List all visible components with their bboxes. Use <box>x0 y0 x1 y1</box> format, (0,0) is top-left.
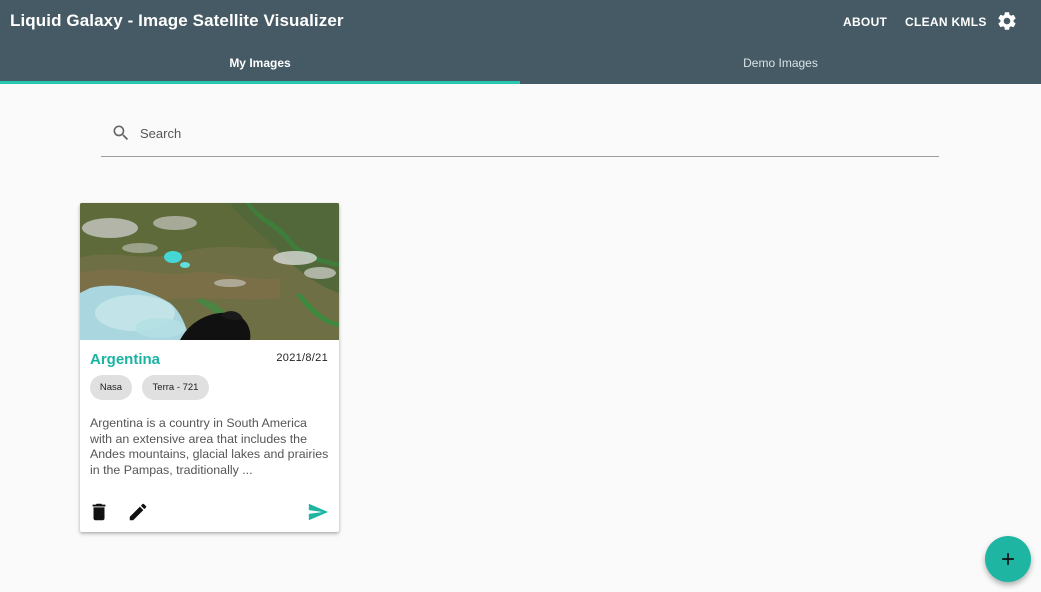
tab-indicator <box>0 81 520 84</box>
image-card[interactable]: Argentina 2021/8/21 Nasa Terra - 721 Arg… <box>80 203 339 532</box>
search-bar[interactable] <box>101 111 939 157</box>
satellite-image <box>80 203 339 340</box>
search-icon <box>113 125 129 141</box>
card-date: 2021/8/21 <box>276 352 328 364</box>
add-image-button[interactable] <box>985 536 1031 582</box>
chip-terra[interactable]: Terra - 721 <box>142 375 209 400</box>
tab-bar: My Images Demo Images <box>0 43 1041 84</box>
pencil-icon[interactable] <box>127 501 149 523</box>
tab-my-images[interactable]: My Images <box>0 43 520 84</box>
plus-icon <box>1002 553 1014 565</box>
app-bar: Liquid Galaxy - Image Satellite Visualiz… <box>0 0 1041 84</box>
trash-icon[interactable] <box>88 501 110 523</box>
search-input[interactable] <box>140 121 920 145</box>
clean-kmls-button[interactable]: CLEAN KMLS <box>905 14 987 30</box>
about-button[interactable]: ABOUT <box>843 14 887 30</box>
app-title: Liquid Galaxy - Image Satellite Visualiz… <box>10 11 344 30</box>
gear-icon[interactable] <box>996 10 1018 32</box>
send-icon[interactable] <box>307 501 329 523</box>
chip-nasa[interactable]: Nasa <box>90 375 132 400</box>
card-title: Argentina <box>90 351 161 368</box>
tab-demo-images[interactable]: Demo Images <box>520 43 1041 84</box>
card-description: Argentina is a country in South America … <box>90 416 329 477</box>
